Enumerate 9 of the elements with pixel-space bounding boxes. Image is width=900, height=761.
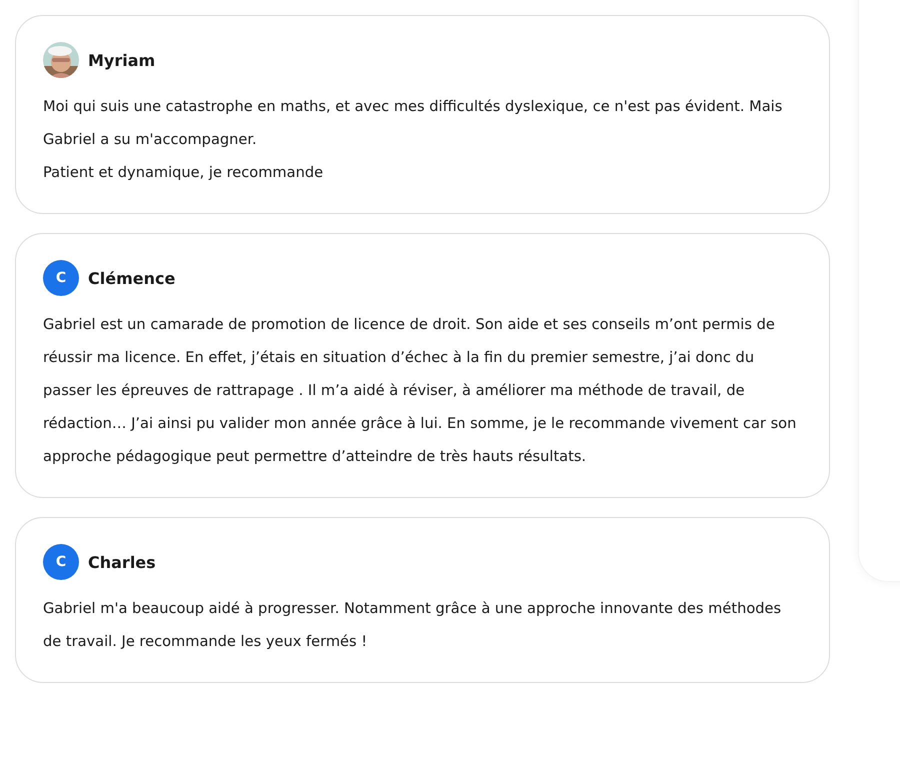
review-text: Gabriel est un camarade de promotion de licence de droit. Son aide et ses conseils m’ont permis de réussir ma licence. En effet, j’étais en situation d’échec à la fin du premier semestre, j’ai donc du passer les épreuves de rattrapage . Il m’a aidé à réviser, à améliorer ma méthode de travail, de rédaction… J’ai ainsi pu valider mon année grâce à lui. En somme, je le recommande vivement car son approche pédagogique peut permettre d’atteindre de très hauts résultats. xyxy=(43,315,798,467)
author-name: Clémence xyxy=(88,268,176,288)
review-text: Gabriel m'a beaucoup aidé à progresser. Notamment grâce à une approche innovante des méthodes de travail. Je recommande les yeux fermés ! xyxy=(43,599,782,652)
avatar-initial: C xyxy=(43,544,79,580)
avatar-initial: C xyxy=(43,260,79,296)
author-name: Myriam xyxy=(88,50,156,70)
review-text: Patient et dynamique, je recommande xyxy=(43,163,324,183)
review-text: Moi qui suis une catastrophe en maths, et avec mes difficultés dyslexique, ce n'est pas évident. Mais Gabriel a su m'accompagner. xyxy=(43,97,784,150)
author-name: Charles xyxy=(88,552,156,572)
